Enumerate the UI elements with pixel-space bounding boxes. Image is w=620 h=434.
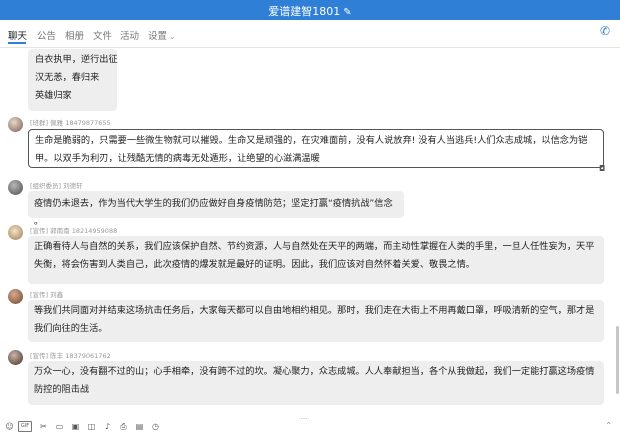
- message-bubble[interactable]: 等我们共同面对并结束这场抗击任务后，大家每天都可以自由地相约相见。那时，我们走在…: [28, 300, 604, 342]
- avatar[interactable]: [8, 180, 23, 195]
- message-bubble[interactable]: 万众一心，没有翻不过的山；心手相牵，没有跨不过的坎。凝心聚力，众志成城。人人奉献…: [28, 361, 604, 405]
- message-bubble[interactable]: 正确看待人与自然的关系，我们应该保护自然、节约资源，人与自然处在天平的两端，而主…: [28, 236, 604, 284]
- scrollbar-thumb[interactable]: [616, 326, 619, 394]
- file-icon[interactable]: ⎙: [118, 421, 129, 432]
- message-text: 正确看待人与自然的关系，我们应该保护自然、节约资源，人与自然处在天平的两端，而主…: [34, 241, 595, 270]
- chevron-down-icon: ⌄: [169, 32, 176, 41]
- image-icon[interactable]: ▣: [70, 421, 81, 432]
- sender-info: [组织委员] 刘德轩: [30, 180, 83, 190]
- group-name: 爱谱建智1801: [268, 5, 341, 18]
- input-toolbar: ☺ GIF ✂ ▭ ▣ ◫ ♪ ⎙ ▤ ◷ ⌃: [0, 419, 620, 434]
- chat-record-icon[interactable]: ◫: [86, 421, 97, 432]
- message-text: 万众一心，没有翻不过的山；心手相牵，没有跨不过的坎。凝心聚力，众志成城。人人奉献…: [34, 366, 595, 395]
- sender-role: [班群]: [30, 119, 49, 127]
- message-line: 英雄归家: [35, 90, 72, 101]
- message-text: 生命是脆弱的，只需要一些微生物就可以摧毁。生命又是顽强的，在灾难面前，没有人说放…: [35, 135, 588, 164]
- sender-role: [宣传]: [30, 227, 49, 235]
- gif-icon[interactable]: GIF: [18, 421, 32, 432]
- sender-name[interactable]: 刘鑫: [50, 291, 63, 299]
- voice-icon[interactable]: ♪: [102, 421, 113, 432]
- sender-info: [班群] 佩雅 18479877655: [30, 117, 111, 127]
- sender-role: [宣传]: [30, 291, 49, 299]
- avatar[interactable]: [8, 117, 23, 132]
- tab-notice[interactable]: 公告: [37, 28, 56, 42]
- tab-album[interactable]: 相册: [65, 28, 84, 42]
- pencil-icon[interactable]: ✎: [343, 7, 351, 18]
- sender-name[interactable]: 郭南南 18214959088: [50, 227, 117, 235]
- message-line: 白衣执甲，逆行出征: [35, 54, 118, 65]
- sender-role: [宣传]: [30, 352, 49, 360]
- title-bar: 爱谱建智1801 ✎: [0, 0, 620, 20]
- active-tab-indicator: [8, 42, 26, 44]
- tab-chat[interactable]: 聊天: [8, 28, 27, 42]
- cut-icon[interactable]: ✂: [38, 421, 49, 432]
- message-bubble[interactable]: 疫情仍未退去，作为当代大学生的我们仍应做好自身疫情防范；坚定打赢“疫情抗战”信念…: [28, 191, 404, 227]
- note-icon[interactable]: ▤: [134, 421, 145, 432]
- window-title[interactable]: 爱谱建智1801 ✎: [0, 3, 620, 19]
- message-line: 汉无恙，春归来: [35, 72, 100, 83]
- avatar[interactable]: [8, 225, 23, 240]
- expand-icon[interactable]: ⌃: [605, 421, 612, 430]
- phone-icon[interactable]: ✆: [596, 24, 614, 44]
- tab-settings-label: 设置: [148, 31, 168, 42]
- sender-info: [宣传] 陈丰 18379061762: [30, 350, 111, 360]
- resize-handle-icon[interactable]: ◘: [599, 164, 605, 173]
- message-bubble[interactable]: 白衣执甲，逆行出征 汉无恙，春归来 英雄归家: [28, 49, 118, 111]
- message-text: 等我们共同面对并结束这场抗击任务后，大家每天都可以自由地相约相见。那时，我们走在…: [34, 305, 595, 334]
- sender-info: [宣传] 郭南南 18214959088: [30, 225, 117, 235]
- tab-files[interactable]: 文件: [93, 28, 112, 42]
- gif-label: GIF: [20, 423, 30, 429]
- sender-name[interactable]: 刘德轩: [63, 182, 83, 190]
- clock-icon[interactable]: ◷: [150, 421, 161, 432]
- sender-name[interactable]: 陈丰 18379061762: [50, 352, 111, 360]
- tab-activity[interactable]: 活动: [120, 28, 139, 42]
- sender-name[interactable]: 佩雅 18479877655: [50, 119, 111, 127]
- avatar[interactable]: [8, 350, 23, 365]
- emoji-icon[interactable]: ☺: [4, 421, 15, 432]
- chat-message-list[interactable]: 白衣执甲，逆行出征 汉无恙，春归来 英雄归家 [班群] 佩雅 184798776…: [0, 49, 620, 413]
- sender-role: [组织委员]: [30, 182, 62, 190]
- message-bubble-selected[interactable]: 生命是脆弱的，只需要一些微生物就可以摧毁。生命又是顽强的，在灾难面前，没有人说放…: [28, 129, 604, 168]
- avatar[interactable]: [8, 289, 23, 304]
- sender-info: [宣传] 刘鑫: [30, 289, 63, 299]
- tab-settings[interactable]: 设置 ⌄: [148, 28, 176, 42]
- folder-icon[interactable]: ▭: [54, 421, 65, 432]
- tab-bar: 聊天 公告 相册 文件 活动 设置 ⌄ ✆: [0, 22, 620, 48]
